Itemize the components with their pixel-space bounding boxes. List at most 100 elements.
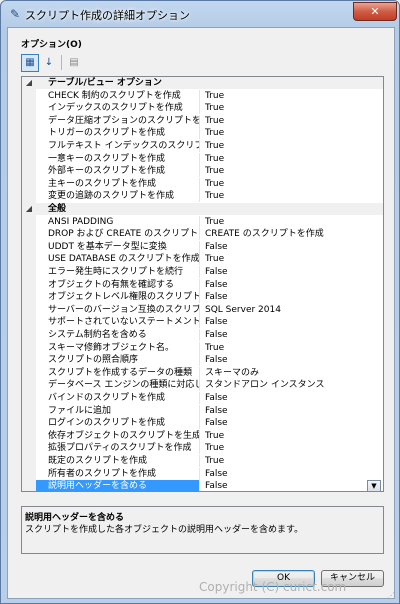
property-name: トリガーのスクリプトを作成 (36, 127, 200, 140)
property-name: 一意キーのスクリプトを作成 (36, 152, 200, 165)
property-value[interactable]: True (201, 455, 383, 467)
property-row[interactable]: トリガーのスクリプトを作成 True (22, 127, 383, 140)
close-button[interactable]: ✕ (353, 2, 397, 21)
collapse-icon[interactable]: ◢ (23, 77, 35, 89)
property-name: スクリプトの照合順序 (36, 354, 200, 367)
property-name: ANSI PADDING (36, 215, 200, 228)
property-name: スクリプトを作成するデータの種類 (36, 366, 200, 379)
property-value[interactable]: True (201, 342, 383, 354)
property-name: 依存オブジェクトのスクリプトを生成します (36, 429, 200, 442)
collapse-icon[interactable]: ◢ (23, 203, 35, 215)
property-name: 所有者のスクリプトを作成 (36, 467, 200, 480)
property-value[interactable]: SQL Server 2014 (201, 304, 383, 316)
property-value[interactable]: False (201, 266, 383, 278)
property-row[interactable]: システム制約名を含める False (22, 329, 383, 342)
category-title: テーブル/ビュー オプション (36, 77, 383, 89)
property-row[interactable]: 拡張プロパティのスクリプトを作成 True (22, 442, 383, 455)
property-row[interactable]: ANSI PADDING True (22, 215, 383, 229)
property-value[interactable]: True (201, 102, 383, 114)
property-value[interactable]: False (201, 417, 383, 429)
property-name: ログインのスクリプトを作成 (36, 417, 200, 430)
property-row[interactable]: データ圧縮オプションのスクリプトを作成True (22, 114, 383, 128)
description-panel: 説明用ヘッダーを含める スクリプトを作成した各オブジェクトの説明用ヘッダーを含め… (21, 506, 384, 554)
property-name: スキーマ修飾オブジェクト名。 (36, 341, 200, 354)
property-value[interactable]: True (201, 115, 383, 127)
property-row[interactable]: UDDT を基本データ型に変換 False (22, 240, 383, 254)
property-name: オブジェクトの有無を確認する (36, 278, 200, 291)
category-row[interactable]: ◢ テーブル/ビュー オプション (22, 77, 383, 90)
property-value[interactable]: False (201, 480, 383, 491)
property-value[interactable]: False (201, 291, 383, 303)
property-name: インデックスのスクリプトを作成 (36, 102, 200, 115)
property-value[interactable]: True (201, 430, 383, 442)
property-row[interactable]: USE DATABASE のスクリプトを作成 True (22, 253, 383, 266)
property-name: 主キーのスクリプトを作成 (36, 177, 200, 190)
property-grid[interactable]: ◢ テーブル/ビュー オプション CHECK 制約のスクリプトを作成 True インデッ… (21, 76, 384, 492)
property-value[interactable]: True (201, 140, 383, 152)
property-row[interactable]: ログインのスクリプトを作成 False (22, 417, 383, 430)
property-row[interactable]: サポートされていないステートメントを含むFalse (22, 316, 383, 329)
property-value[interactable]: False (201, 241, 383, 253)
property-row[interactable]: 変更の追跡のスクリプトを作成 True (22, 190, 383, 203)
sort-alpha-icon[interactable]: ↓ (40, 54, 58, 72)
dialog-client-area: オプション(O) ▦ ↓ ▤ ◢ テーブル/ビュー オプション CHECK 制約のス… (7, 27, 395, 599)
property-value[interactable]: False (201, 354, 383, 366)
property-row[interactable]: 外部キーのスクリプトを作成 True (22, 165, 383, 178)
property-value[interactable]: False (201, 405, 383, 417)
property-value[interactable]: True (201, 90, 383, 102)
property-name: オブジェクトレベル権限のスクリプトを作成 (36, 291, 200, 304)
property-pages-icon[interactable]: ▤ (65, 54, 83, 72)
property-row[interactable]: サーバーのバージョン互換のスクリプト SQL Server 2014 (22, 303, 383, 317)
property-name: USE DATABASE のスクリプトを作成 (36, 253, 200, 266)
property-row[interactable]: スキーマ修飾オブジェクト名。 True (22, 341, 383, 355)
property-value[interactable]: False (201, 392, 383, 404)
property-row[interactable]: フルテキスト インデックスのスクリプトを作成True (22, 140, 383, 153)
property-value[interactable]: True (201, 165, 383, 177)
title-bar[interactable]: ✎ スクリプト作成の詳細オプション ✕ (1, 1, 399, 27)
property-row[interactable]: エラー発生時にスクリプトを続行 False (22, 266, 383, 279)
property-value[interactable]: True (201, 153, 383, 165)
property-row[interactable]: 既定のスクリプトを作成 True (22, 455, 383, 468)
property-name: 既定のスクリプトを作成 (36, 455, 200, 467)
property-value[interactable]: False (201, 279, 383, 291)
property-value[interactable]: True (201, 178, 383, 190)
property-row[interactable]: 主キーのスクリプトを作成 True (22, 177, 383, 191)
resize-grip-icon[interactable]: ⋰ (387, 591, 397, 601)
property-name: データベース エンジンの種類に対応した (36, 379, 200, 392)
property-row[interactable]: 所有者のスクリプトを作成 False (22, 467, 383, 481)
property-row[interactable]: ファイルに追加 False (22, 404, 383, 418)
property-name: CHECK 制約のスクリプトを作成 (36, 89, 200, 102)
property-value[interactable]: False (201, 329, 383, 341)
dropdown-arrow-icon[interactable]: ▼ (367, 480, 381, 491)
category-row[interactable]: ◢ 全般 (22, 203, 383, 216)
property-value[interactable]: False (201, 316, 383, 328)
property-value[interactable]: False (201, 468, 383, 480)
property-value[interactable]: True (201, 190, 383, 202)
property-name: 説明用ヘッダーを含める (36, 480, 200, 491)
property-name: 変更の追跡のスクリプトを作成 (36, 190, 200, 203)
property-row[interactable]: バインドのスクリプトを作成 False (22, 392, 383, 405)
property-row[interactable]: データベース エンジンの種類に対応した スタンドアロン インスタンス (22, 379, 383, 392)
property-value[interactable]: True (201, 127, 383, 139)
script-app-icon: ✎ (9, 7, 21, 21)
property-value[interactable]: スキーマのみ (201, 367, 383, 379)
property-value[interactable]: True (201, 253, 383, 265)
property-row[interactable]: 説明用ヘッダーを含める False ▼ (22, 480, 383, 491)
toolbar-separator (61, 55, 62, 70)
property-row[interactable]: 一意キーのスクリプトを作成 True (22, 152, 383, 166)
categorized-icon[interactable]: ▦ (21, 54, 39, 72)
property-row[interactable]: インデックスのスクリプトを作成 True (22, 102, 383, 115)
property-value[interactable]: スタンドアロン インスタンス (201, 379, 383, 391)
property-row[interactable]: スクリプトの照合順序 False (22, 354, 383, 367)
property-value[interactable]: True (201, 442, 383, 454)
property-row[interactable]: スクリプトを作成するデータの種類 スキーマのみ (22, 366, 383, 380)
property-row[interactable]: 依存オブジェクトのスクリプトを生成しますTrue (22, 429, 383, 443)
property-row[interactable]: オブジェクトレベル権限のスクリプトを作成False (22, 291, 383, 304)
property-value[interactable]: True (201, 216, 383, 228)
dialog-window: ✎ スクリプト作成の詳細オプション ✕ オプション(O) ▦ ↓ ▤ ◢ テーブル… (0, 0, 400, 604)
property-row[interactable]: CHECK 制約のスクリプトを作成 True (22, 89, 383, 103)
property-row[interactable]: DROP および CREATE のスクリプトを作成CREATE のスクリプトを作… (22, 228, 383, 241)
property-row[interactable]: オブジェクトの有無を確認する False (22, 278, 383, 292)
property-value[interactable]: CREATE のスクリプトを作成 (201, 228, 383, 240)
options-label: オプション(O) (21, 40, 82, 50)
